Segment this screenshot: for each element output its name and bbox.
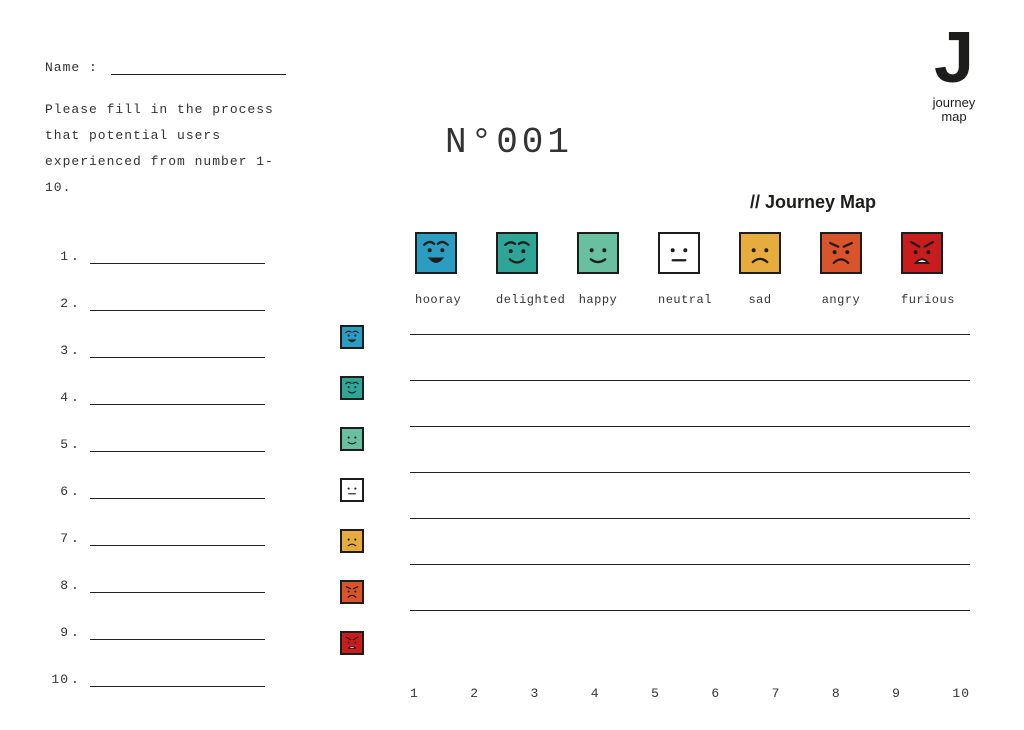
steps-list: 1. 2. 3. 4. 5. 6. 7. 8. 9. 10. <box>45 249 295 687</box>
logo: J journeymap <box>919 30 989 124</box>
axis-face-neutral <box>340 478 364 507</box>
grid-line <box>410 564 970 565</box>
instructions-text: Please fill in the process that potentia… <box>45 97 295 201</box>
step-input-line[interactable] <box>90 451 265 452</box>
chart-grid-lines <box>410 334 970 656</box>
step-number: 9 <box>45 625 69 640</box>
neutral-face-icon <box>658 232 700 274</box>
neutral-face-icon <box>340 478 364 502</box>
sad-face-icon <box>340 529 364 553</box>
step-row: 9. <box>45 625 295 640</box>
legend-label: furious <box>901 293 943 307</box>
step-row: 1. <box>45 249 295 264</box>
mood-axis-faces <box>340 325 364 682</box>
legend-label: neutral <box>658 293 700 307</box>
legend-item-sad: sad <box>739 232 781 307</box>
step-number: 4 <box>45 390 69 405</box>
axis-face-furious <box>340 631 364 660</box>
legend-item-furious: furious <box>901 232 943 307</box>
step-input-line[interactable] <box>90 686 265 687</box>
step-row: 8. <box>45 578 295 593</box>
legend-item-neutral: neutral <box>658 232 700 307</box>
x-axis-tick: 9 <box>892 686 901 701</box>
step-number: 6 <box>45 484 69 499</box>
axis-face-hooray <box>340 325 364 354</box>
legend-label: happy <box>577 293 619 307</box>
grid-line <box>410 518 970 519</box>
x-axis-tick: 6 <box>711 686 720 701</box>
angry-face-icon <box>340 580 364 604</box>
delighted-face-icon <box>340 376 364 400</box>
axis-face-happy <box>340 427 364 456</box>
step-input-line[interactable] <box>90 310 265 311</box>
furious-face-icon <box>340 631 364 655</box>
step-number: 3 <box>45 343 69 358</box>
x-axis-tick: 10 <box>952 686 970 701</box>
grid-line <box>410 380 970 381</box>
step-row: 3. <box>45 343 295 358</box>
x-axis-tick: 4 <box>591 686 600 701</box>
x-axis-tick: 7 <box>772 686 781 701</box>
legend-item-angry: angry <box>820 232 862 307</box>
happy-face-icon <box>340 427 364 451</box>
x-axis-tick: 1 <box>410 686 419 701</box>
axis-face-angry <box>340 580 364 609</box>
step-row: 6. <box>45 484 295 499</box>
legend-item-delighted: delighted <box>496 232 538 307</box>
step-input-line[interactable] <box>90 639 265 640</box>
x-axis-tick: 5 <box>651 686 660 701</box>
legend-item-hooray: hooray <box>415 232 457 307</box>
left-panel: Name : Please fill in the process that p… <box>45 60 295 719</box>
step-input-line[interactable] <box>90 263 265 264</box>
step-number: 8 <box>45 578 69 593</box>
happy-face-icon <box>577 232 619 274</box>
step-row: 4. <box>45 390 295 405</box>
grid-line <box>410 472 970 473</box>
axis-face-delighted <box>340 376 364 405</box>
step-number: 1 <box>45 249 69 264</box>
legend-label: delighted <box>496 293 538 307</box>
x-axis-tick: 2 <box>470 686 479 701</box>
step-number: 5 <box>45 437 69 452</box>
step-input-line[interactable] <box>90 404 265 405</box>
step-row: 10. <box>45 672 295 687</box>
hooray-face-icon <box>340 325 364 349</box>
step-input-line[interactable] <box>90 592 265 593</box>
step-number: 7 <box>45 531 69 546</box>
grid-line <box>410 426 970 427</box>
hooray-face-icon <box>415 232 457 274</box>
name-label: Name : <box>45 60 98 75</box>
step-input-line[interactable] <box>90 357 265 358</box>
angry-face-icon <box>820 232 862 274</box>
delighted-face-icon <box>496 232 538 274</box>
step-number: 10 <box>45 672 69 687</box>
section-label: // Journey Map <box>750 192 876 213</box>
step-row: 7. <box>45 531 295 546</box>
grid-line <box>410 334 970 335</box>
step-row: 2. <box>45 296 295 311</box>
name-input-line[interactable] <box>111 74 286 75</box>
logo-subtitle: journeymap <box>919 96 989 125</box>
x-axis-tick: 8 <box>832 686 841 701</box>
sheet-number-title: N°001 <box>445 122 573 163</box>
x-axis-tick: 3 <box>531 686 540 701</box>
legend-label: hooray <box>415 293 457 307</box>
legend-item-happy: happy <box>577 232 619 307</box>
step-input-line[interactable] <box>90 498 265 499</box>
step-input-line[interactable] <box>90 545 265 546</box>
name-field-row: Name : <box>45 60 295 75</box>
logo-letter: J <box>919 30 989 88</box>
sad-face-icon <box>739 232 781 274</box>
legend-label: angry <box>820 293 862 307</box>
mood-legend: hooray delighted happy neutral sad angry furio… <box>415 232 943 307</box>
furious-face-icon <box>901 232 943 274</box>
step-number: 2 <box>45 296 69 311</box>
step-row: 5. <box>45 437 295 452</box>
chart-x-axis: 1 2 3 4 5 6 7 8 9 10 <box>410 686 970 701</box>
legend-label: sad <box>739 293 781 307</box>
grid-line <box>410 610 970 611</box>
axis-face-sad <box>340 529 364 558</box>
